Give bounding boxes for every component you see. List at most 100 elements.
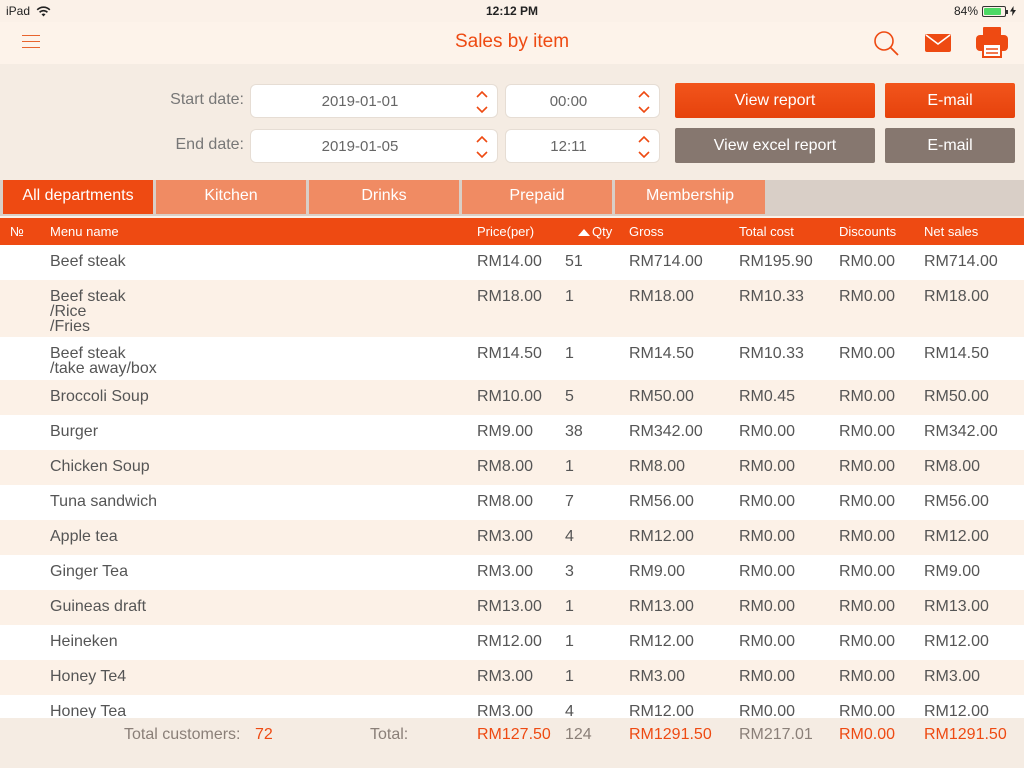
cell-qty: 5 — [565, 388, 574, 405]
table-row[interactable]: Beef steak /take away/box RM14.50 1 RM14.50… — [0, 337, 1024, 380]
total-qty: 124 — [565, 726, 592, 743]
cell-price: RM8.00 — [477, 493, 534, 510]
table-row[interactable]: Beef steak RM14.00 51 RM714.00 RM195.90 RM0.0… — [0, 245, 1024, 280]
cell-net-sales: RM12.00 — [924, 528, 989, 545]
stepper-icon[interactable] — [637, 134, 651, 160]
cell-net-sales: RM56.00 — [924, 493, 989, 510]
start-time-value: 00:00 — [549, 93, 588, 110]
cell-menu-name: Apple tea — [50, 528, 118, 545]
col-menu-name[interactable]: Menu name — [50, 224, 119, 239]
cell-menu-name: Guineas draft — [50, 598, 147, 615]
stepper-icon[interactable] — [475, 89, 489, 115]
cell-discounts: RM0.00 — [839, 345, 896, 362]
cell-total-cost: RM0.00 — [739, 563, 796, 580]
table-row[interactable]: Burger RM9.00 38 RM342.00 RM0.00 RM0.00 RM342.… — [0, 415, 1024, 450]
cell-menu-name: Broccoli Soup — [50, 388, 149, 405]
cell-discounts: RM0.00 — [839, 703, 896, 719]
view-report-button[interactable]: View report — [675, 83, 875, 118]
cell-net-sales: RM13.00 — [924, 598, 989, 615]
email-excel-button[interactable]: E-mail — [885, 128, 1015, 163]
cell-discounts: RM0.00 — [839, 388, 896, 405]
cell-price: RM12.00 — [477, 633, 542, 650]
view-excel-report-button[interactable]: View excel report — [675, 128, 875, 163]
cell-net-sales: RM8.00 — [924, 458, 981, 475]
cell-menu-name: Beef steak — [50, 253, 126, 270]
cell-qty: 1 — [565, 288, 574, 305]
status-bar: iPad 12:12 PM 84% — [0, 0, 1024, 22]
cell-price: RM3.00 — [477, 668, 534, 685]
end-date-value: 2019-01-05 — [321, 138, 399, 155]
stepper-icon[interactable] — [637, 89, 651, 115]
start-date-value: 2019-01-01 — [321, 93, 399, 110]
cell-price: RM14.00 — [477, 253, 542, 270]
cell-price: RM9.00 — [477, 423, 534, 440]
total-discounts: RM0.00 — [839, 726, 896, 743]
table-row[interactable]: Apple tea RM3.00 4 RM12.00 RM0.00 RM0.00 RM12.… — [0, 520, 1024, 555]
cell-qty: 1 — [565, 345, 574, 362]
col-discounts[interactable]: Discounts — [839, 224, 896, 239]
tab-all-departments[interactable]: All departments — [3, 180, 153, 214]
start-time-picker[interactable]: 00:00 — [505, 84, 660, 118]
cell-qty: 1 — [565, 598, 574, 615]
cell-total-cost: RM10.33 — [739, 288, 804, 305]
col-gross[interactable]: Gross — [629, 224, 664, 239]
cell-menu-name: Honey Tea — [50, 703, 127, 719]
table-row[interactable]: Broccoli Soup RM10.00 5 RM50.00 RM0.45 RM0.00… — [0, 380, 1024, 415]
table-row[interactable]: Beef steak /Rice /Fries RM18.00 1 RM18.00 RM… — [0, 280, 1024, 337]
cell-gross: RM14.50 — [629, 345, 694, 362]
cell-price: RM8.00 — [477, 458, 534, 475]
stepper-icon[interactable] — [475, 134, 489, 160]
col-net-sales[interactable]: Net sales — [924, 224, 978, 239]
cell-price: RM13.00 — [477, 598, 542, 615]
cell-net-sales: RM12.00 — [924, 703, 989, 719]
total-price: RM127.50 — [477, 726, 551, 743]
cell-qty: 7 — [565, 493, 574, 510]
status-time: 12:12 PM — [485, 4, 539, 18]
total-gross: RM1291.50 — [629, 726, 712, 743]
email-report-button[interactable]: E-mail — [885, 83, 1015, 118]
cell-net-sales: RM714.00 — [924, 253, 998, 270]
battery-icon — [982, 5, 1008, 17]
cell-price: RM3.00 — [477, 563, 534, 580]
cell-price: RM10.00 — [477, 388, 542, 405]
col-total-cost[interactable]: Total cost — [739, 224, 794, 239]
filter-panel: Start date: End date: 2019-01-01 00:00 2… — [0, 64, 1024, 180]
cell-menu-name: Tuna sandwich — [50, 493, 158, 510]
table-body[interactable]: Beef steak RM14.00 51 RM714.00 RM195.90 RM0.0… — [0, 245, 1024, 718]
printer-icon[interactable] — [975, 26, 1009, 58]
col-price[interactable]: Price(per) — [477, 224, 534, 239]
table-header: № Menu name Price(per) Qty Gross Total c… — [0, 218, 1024, 245]
table-row[interactable]: Guineas draft RM13.00 1 RM13.00 RM0.00 RM0.00… — [0, 590, 1024, 625]
tab-membership[interactable]: Membership — [615, 180, 765, 214]
end-date-picker[interactable]: 2019-01-05 — [250, 129, 498, 163]
table-row[interactable]: Honey Tea RM3.00 4 RM12.00 RM0.00 RM0.00 RM12.… — [0, 695, 1024, 718]
table-row[interactable]: Ginger Tea RM3.00 3 RM9.00 RM0.00 RM0.00 RM9.0… — [0, 555, 1024, 590]
table-row[interactable]: Heineken RM12.00 1 RM12.00 RM0.00 RM0.00 RM12.… — [0, 625, 1024, 660]
end-time-picker[interactable]: 12:11 — [505, 129, 660, 163]
cell-gross: RM56.00 — [629, 493, 694, 510]
mail-icon[interactable] — [924, 33, 952, 53]
department-tabs: All departments Kitchen Drinks Prepaid M… — [0, 180, 1024, 216]
total-net-sales: RM1291.50 — [924, 726, 1007, 743]
table-row[interactable]: Chicken Soup RM8.00 1 RM8.00 RM0.00 RM0.00 RM8… — [0, 450, 1024, 485]
cell-menu-name: Heineken — [50, 633, 118, 650]
cell-price: RM3.00 — [477, 528, 534, 545]
cell-discounts: RM0.00 — [839, 458, 896, 475]
tab-drinks[interactable]: Drinks — [309, 180, 459, 214]
tab-prepaid[interactable]: Prepaid — [462, 180, 612, 214]
cell-total-cost: RM0.00 — [739, 528, 796, 545]
cell-price: RM14.50 — [477, 345, 542, 362]
cell-gross: RM714.00 — [629, 253, 703, 270]
start-date-picker[interactable]: 2019-01-01 — [250, 84, 498, 118]
cell-gross: RM12.00 — [629, 703, 694, 719]
cell-menu-name: Honey Te4 — [50, 668, 127, 685]
table-row[interactable]: Tuna sandwich RM8.00 7 RM56.00 RM0.00 RM0.00 R… — [0, 485, 1024, 520]
cell-net-sales: RM3.00 — [924, 668, 981, 685]
cell-price: RM18.00 — [477, 288, 542, 305]
col-qty[interactable]: Qty — [578, 224, 612, 239]
search-icon[interactable] — [872, 29, 900, 57]
table-row[interactable]: Honey Te4 RM3.00 1 RM3.00 RM0.00 RM0.00 RM3.00 — [0, 660, 1024, 695]
tab-kitchen[interactable]: Kitchen — [156, 180, 306, 214]
end-date-label: End date: — [175, 136, 245, 153]
cell-gross: RM8.00 — [629, 458, 686, 475]
